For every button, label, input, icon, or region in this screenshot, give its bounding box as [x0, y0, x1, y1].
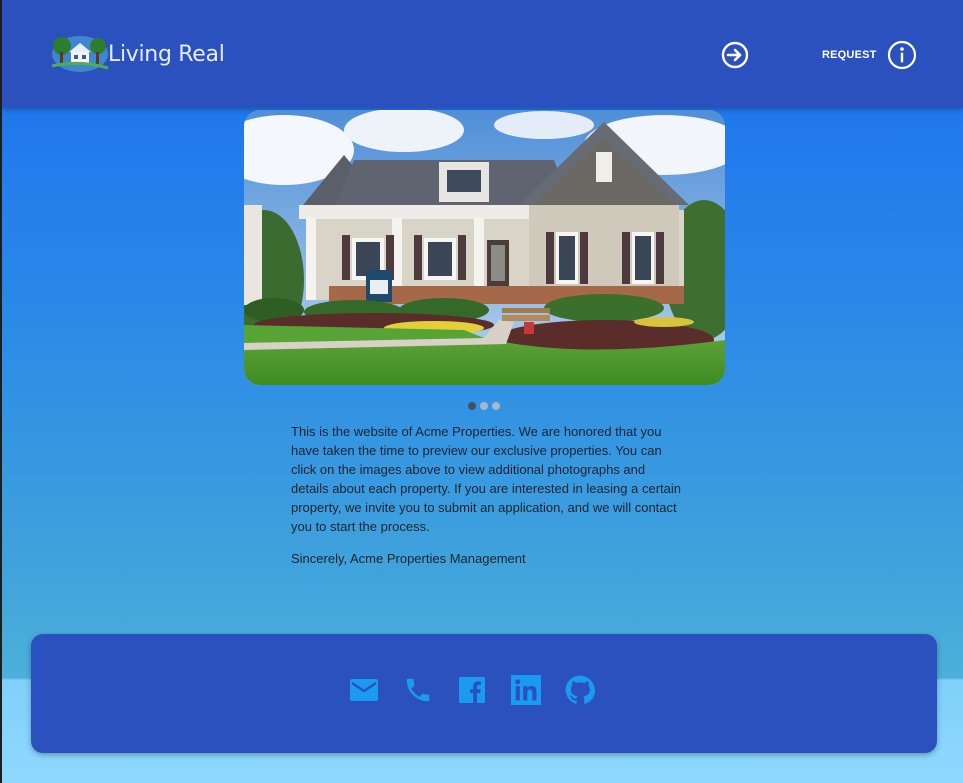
- top-navbar: Living Real REQUEST: [2, 0, 963, 108]
- footer: [31, 634, 937, 753]
- github-link[interactable]: [565, 674, 595, 706]
- page: Living Real REQUEST This is the website …: [2, 0, 963, 783]
- email-link[interactable]: [349, 674, 379, 706]
- property-photo: [244, 110, 725, 385]
- carousel-indicators: [468, 402, 500, 410]
- linkedin-icon: [511, 675, 541, 705]
- email-icon: [350, 679, 378, 701]
- linkedin-link[interactable]: [511, 674, 541, 706]
- facebook-icon: [459, 677, 485, 703]
- phone-link[interactable]: [403, 674, 433, 706]
- request-button[interactable]: REQUEST: [822, 40, 917, 70]
- property-image-carousel[interactable]: [244, 110, 725, 385]
- info-icon: [887, 40, 916, 70]
- intro-text: This is the website of Acme Properties. …: [291, 422, 683, 581]
- intro-signature: Sincerely, Acme Properties Management: [291, 551, 526, 566]
- login-arrow-icon: [721, 41, 749, 69]
- carousel-dot-3[interactable]: [492, 402, 500, 410]
- github-icon: [565, 675, 595, 704]
- brand-logo[interactable]: Living Real: [50, 34, 225, 74]
- carousel-dot-2[interactable]: [480, 402, 488, 410]
- login-button[interactable]: [720, 40, 750, 70]
- facebook-link[interactable]: [457, 674, 487, 706]
- request-label: REQUEST: [822, 49, 877, 61]
- phone-icon: [406, 678, 430, 702]
- brand-name: Living Real: [108, 41, 225, 67]
- intro-paragraph: This is the website of Acme Properties. …: [291, 424, 681, 534]
- social-links: [349, 674, 595, 706]
- house-logo-icon: [50, 34, 110, 74]
- carousel-dot-1[interactable]: [468, 402, 476, 410]
